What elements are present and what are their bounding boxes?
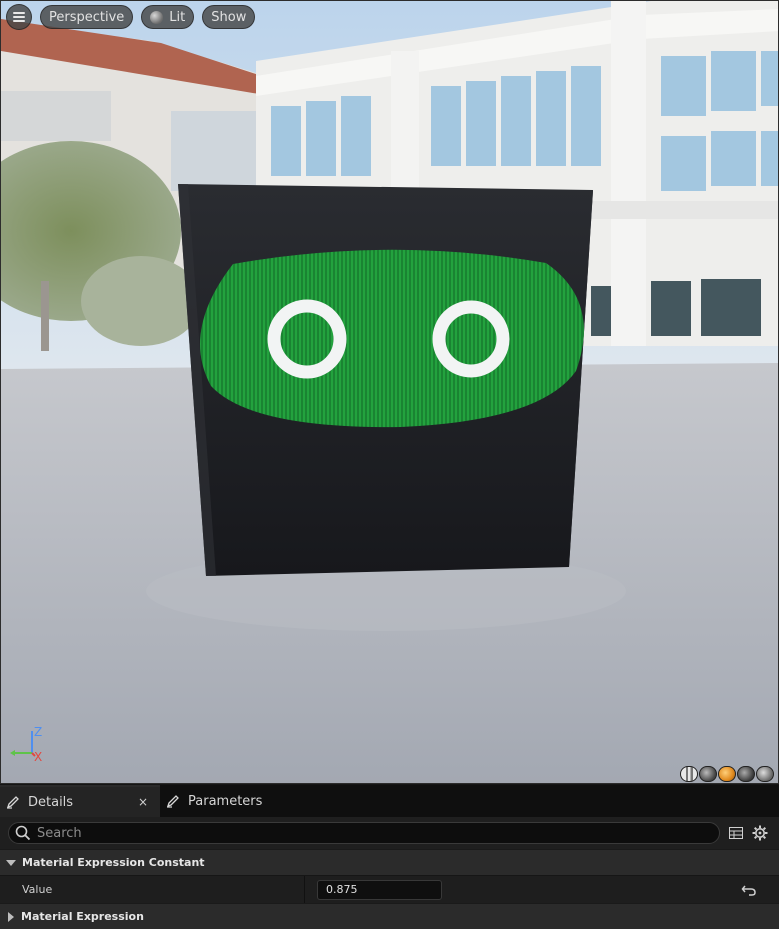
section-material-expression-constant[interactable]: Material Expression Constant [0, 849, 779, 875]
section-title: Material Expression Constant [22, 856, 205, 869]
lit-button[interactable]: Lit [141, 5, 195, 29]
axis-lines-icon [10, 731, 36, 757]
axis-z-label: Z [34, 725, 43, 739]
property-value-cell [305, 876, 442, 903]
detail-lighting-icon[interactable] [737, 766, 755, 782]
search-row [0, 817, 779, 849]
axis-gizmo: Z X [7, 725, 51, 769]
hamburger-icon [13, 12, 25, 22]
property-row-value: Value [0, 875, 779, 903]
reset-to-default-icon[interactable] [741, 882, 757, 898]
show-button[interactable]: Show [202, 5, 256, 29]
close-icon[interactable]: × [138, 795, 148, 809]
panel-tab-bar: Details × Parameters [0, 785, 779, 817]
chevron-right-icon [8, 911, 14, 922]
lit-sphere-icon [150, 10, 164, 24]
section-material-expression[interactable]: Material Expression [0, 903, 779, 929]
property-name: Value [0, 876, 305, 903]
lit-sphere-icon[interactable] [718, 766, 736, 782]
value-input[interactable] [317, 879, 442, 900]
view-mode-bar [680, 766, 774, 782]
lit-label: Lit [169, 9, 186, 25]
pencil-icon [6, 796, 19, 809]
viewport-scene [1, 1, 778, 783]
level-viewport[interactable]: Perspective Lit Show Z X [0, 0, 779, 784]
chevron-down-icon [6, 859, 16, 866]
show-label: Show [211, 9, 247, 25]
tab-details-label: Details [28, 794, 74, 810]
axis-x-label: X [34, 750, 43, 764]
section-title: Material Expression [21, 910, 144, 923]
search-input[interactable] [37, 825, 677, 841]
viewport-menu-button[interactable] [6, 4, 32, 30]
gear-icon[interactable] [752, 825, 768, 841]
pencil-icon [166, 795, 179, 808]
tab-parameters-label: Parameters [188, 793, 263, 809]
perspective-button[interactable]: Perspective [40, 5, 134, 29]
wireframe-sphere-icon[interactable] [680, 766, 698, 782]
tab-parameters[interactable]: Parameters [160, 785, 272, 817]
viewport-toolbar: Perspective Lit Show [6, 4, 256, 30]
search-icon [15, 825, 31, 841]
unlit-sphere-icon[interactable] [699, 766, 717, 782]
perspective-label: Perspective [49, 9, 125, 25]
table-view-icon[interactable] [728, 825, 744, 841]
cube-mesh [178, 184, 593, 576]
details-panel: Details × Parameters Search Material Exp… [0, 785, 779, 929]
tab-details[interactable]: Details × [0, 785, 160, 817]
lighting-only-icon[interactable] [756, 766, 774, 782]
search-box[interactable] [8, 822, 720, 844]
